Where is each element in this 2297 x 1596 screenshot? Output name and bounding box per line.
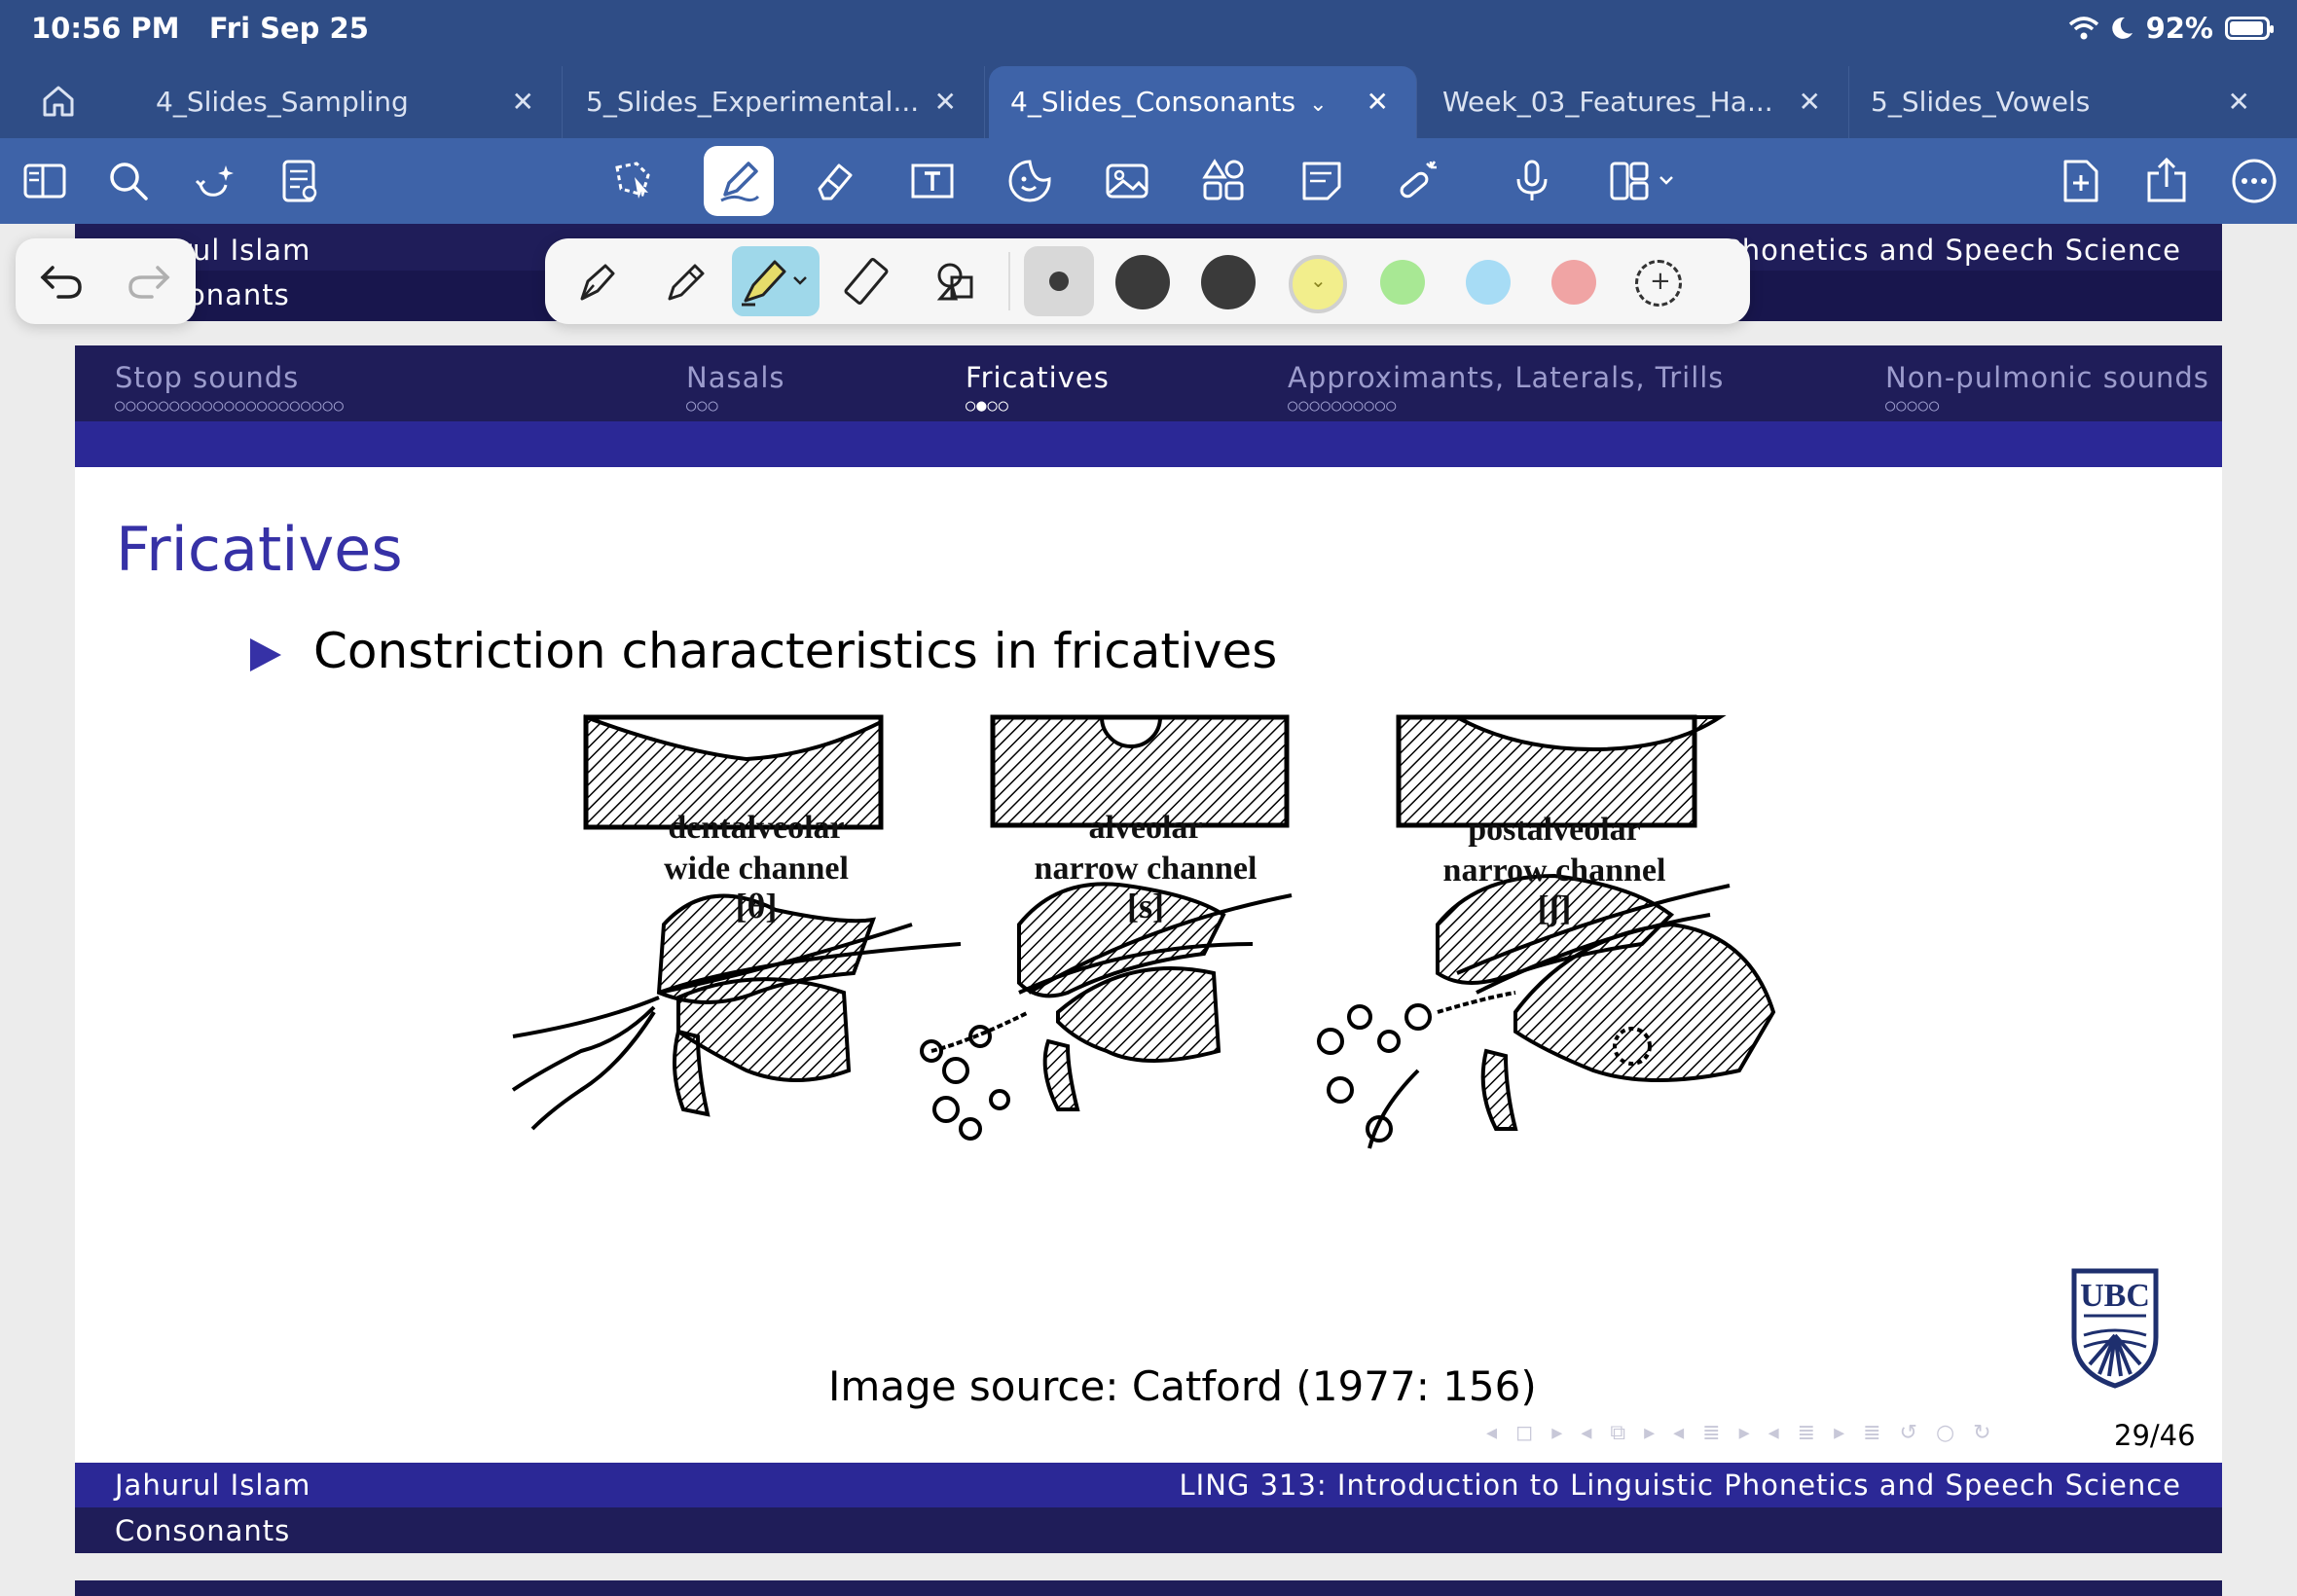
sticky-note-icon[interactable] [1296,156,1347,206]
undo-icon[interactable] [37,256,88,310]
tab-label: Week_03_Features_Ha... [1442,86,1773,118]
add-page-icon[interactable] [2056,156,2106,206]
laser-pointer-icon[interactable] [1392,156,1442,206]
text-box-icon[interactable] [907,156,958,206]
slide-frame: Fricatives Constriction characteristics … [75,467,2222,1463]
search-icon[interactable] [103,156,154,206]
section-navigation: Stop sounds ○○○○○○○○○○○○○○○○○○○○○ Nasals… [75,345,2222,467]
lasso-icon[interactable] [609,156,660,206]
undo-redo-box [16,238,196,324]
nav-dots[interactable]: ○○○○○ [1885,396,1940,416]
nav-dots[interactable]: ○○○○○○○○○○○○○○○○○○○○○ [115,396,345,416]
status-indicators: 92% [2068,12,2274,45]
header-author: rul Islam [180,234,311,267]
close-icon[interactable]: ✕ [1367,66,1389,138]
stroke-size-small[interactable] [1024,246,1094,316]
tab-sampling[interactable]: 4_Slides_Sampling ✕ [134,66,563,138]
nav-band [75,421,2222,467]
fricative-figure [511,714,1776,1149]
highlighter-icon[interactable] [732,246,820,316]
ubc-logo-text: UBC [2080,1278,2150,1314]
share-icon[interactable] [2141,156,2192,206]
tab-label: 5_Slides_Experimental... [586,86,920,118]
home-icon[interactable] [39,82,78,121]
footer-course: LING 313: Introduction to Linguistic Pho… [1179,1469,2181,1502]
nav-dots[interactable]: ○○○ [686,396,719,416]
eraser-icon[interactable] [810,156,860,206]
caption-postalveolar: postalveolar narrow channel [1442,812,1666,889]
sticker-icon[interactable] [1004,156,1055,206]
pen-palette: ⌄ + [545,238,1750,324]
image-icon[interactable] [1102,156,1152,206]
battery-icon [2225,17,2274,40]
nav-dots[interactable]: ○○○○○○○○○○ [1288,396,1397,416]
stroke-size-medium[interactable] [1115,255,1170,309]
caption-alveolar: alveolar narrow channel [1034,810,1258,887]
close-icon[interactable]: ✕ [2228,66,2250,138]
fountain-pen-icon[interactable] [572,256,623,310]
color-blue[interactable] [1466,260,1511,305]
tab-experimental[interactable]: 5_Slides_Experimental... ✕ [565,66,985,138]
more-icon[interactable] [2229,156,2279,206]
palette-divider [1008,252,1010,310]
tab-label: 4_Slides_Sampling [156,86,409,118]
nav-dots[interactable]: ○●○○ [966,396,1009,416]
nav-stop-sounds[interactable]: Stop sounds [115,361,299,394]
shapes-icon[interactable] [930,256,981,310]
ipa-symbol-esh: [ʃ] [1537,889,1572,927]
color-yellow[interactable]: ⌄ [1289,255,1347,313]
ai-sparkle-icon[interactable] [191,156,241,206]
close-icon[interactable]: ✕ [934,66,957,138]
close-icon[interactable]: ✕ [1799,66,1821,138]
footer-author: Jahurul Islam [115,1469,311,1502]
caption-dentalveolar: dentalveolar wide channel [664,810,849,887]
ubc-logo: UBC [2070,1267,2160,1394]
footer-topic: Consonants [115,1514,291,1547]
beamer-navigation-symbols[interactable]: ◂ ◻ ▸ ◂ ⧉ ▸ ◂ ≣ ▸ ◂ ≣ ▸ ≣ ↺ ○ ↻ [1486,1421,1997,1445]
nav-nasals[interactable]: Nasals [686,361,785,394]
header-course: Phonetics and Speech Science [1724,234,2181,267]
sidebar-icon[interactable] [19,156,70,206]
wifi-icon [2068,17,2098,40]
ball-pen-icon[interactable] [660,256,711,310]
tab-label: 5_Slides_Vowels [1871,86,2091,118]
ipa-symbol-theta: [θ] [735,887,778,925]
header-topic: onants [188,278,290,311]
add-color-icon[interactable]: + [1635,260,1682,307]
ipa-symbol-s: [s] [1127,887,1164,925]
status-time: 10:56 PM Fri Sep 25 [31,12,369,45]
page-number: 29/46 [2114,1419,2196,1452]
color-red[interactable] [1551,260,1596,305]
close-icon[interactable]: ✕ [512,66,534,138]
image-source: Image source: Catford (1977: 156) [828,1362,1537,1410]
tab-week03[interactable]: Week_03_Features_Ha... ✕ [1421,66,1849,138]
toolbar [0,138,2297,224]
slide-footer: Jahurul Islam LING 313: Introduction to … [75,1463,2222,1553]
ruler-icon[interactable] [843,256,893,310]
color-green[interactable] [1380,260,1425,305]
pen-icon[interactable] [704,146,774,216]
document-list-icon[interactable] [274,156,325,206]
tab-consonants[interactable]: 4_Slides_Consonants ⌄ ✕ [989,66,1417,138]
status-bar: 10:56 PM Fri Sep 25 92% [0,0,2297,60]
nav-fricatives[interactable]: Fricatives [966,361,1110,394]
battery-percent: 92% [2145,12,2213,45]
microphone-icon[interactable] [1507,156,1557,206]
stroke-size-large[interactable] [1201,255,1256,309]
sagittal-dental [511,893,962,1131]
nav-non-pulmonic[interactable]: Non-pulmonic sounds [1885,361,2209,394]
shapes-icon[interactable] [1199,156,1250,206]
moon-icon [2111,17,2133,39]
chevron-down-icon[interactable]: ⌄ [1309,92,1327,117]
page-layout-icon[interactable] [1606,156,1684,206]
redo-icon[interactable] [123,256,173,310]
tab-bar: 4_Slides_Sampling ✕ 5_Slides_Experimental… [0,60,2297,138]
footer-band [75,1507,2222,1553]
nav-approximants[interactable]: Approximants, Laterals, Trills [1288,361,1724,394]
tab-label: 4_Slides_Consonants [1010,86,1296,118]
next-slide-edge [75,1580,2222,1596]
tab-vowels[interactable]: 5_Slides_Vowels ✕ [1849,66,2278,138]
